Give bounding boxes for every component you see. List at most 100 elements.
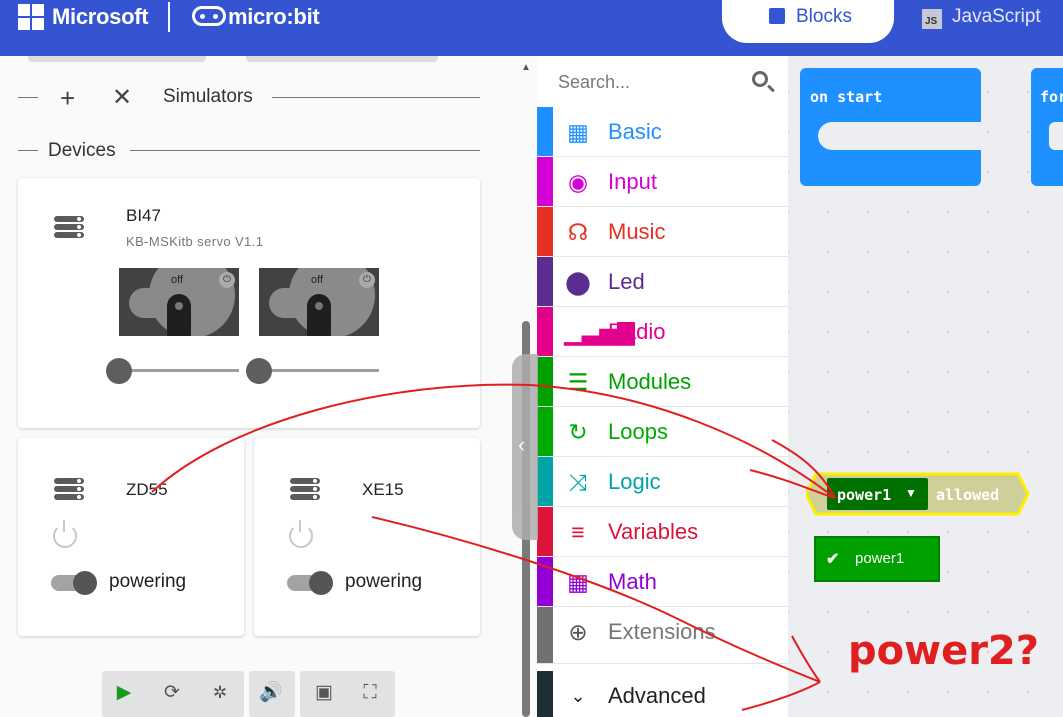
block-slot: [1049, 122, 1063, 150]
restart-icon[interactable]: ⟳: [150, 671, 194, 715]
power-icon[interactable]: ⏻: [219, 272, 235, 288]
forever-label: for: [1040, 88, 1063, 106]
device-name: ZD55: [126, 480, 168, 499]
device-card-zd55: ZD55 powering: [18, 438, 244, 636]
plus-circle-icon: ⊕: [568, 619, 588, 645]
allowed-label: allowed: [936, 486, 1000, 504]
category-label: Loops: [608, 419, 668, 444]
shuffle-icon: ⤨: [568, 469, 588, 495]
brand-microsoft[interactable]: Microsoft: [52, 4, 149, 30]
toggle-icon: ⬤: [565, 269, 591, 295]
tab-blocks-label: Blocks: [796, 6, 852, 27]
divider: [130, 150, 480, 151]
divider: [272, 97, 480, 98]
screenshot-icon[interactable]: ▣: [302, 671, 346, 715]
power1-dropdown-label: power1: [837, 486, 892, 504]
close-icon[interactable]: ✕: [112, 86, 132, 110]
power-icon[interactable]: [53, 520, 77, 548]
panel-tab-stub: [28, 56, 206, 62]
collapse-simulator-handle[interactable]: ‹: [512, 354, 538, 540]
target-icon: ◉: [567, 169, 589, 195]
add-icon[interactable]: +: [60, 85, 75, 111]
servo-horn: [167, 294, 191, 336]
category-label: Logic: [608, 469, 661, 494]
sim-controls-main: ▶ ⟳ ✲: [102, 671, 244, 717]
category-label: Led: [608, 269, 645, 294]
category-modules[interactable]: ☰ Modules: [537, 357, 788, 407]
tab-blocks[interactable]: Blocks: [719, 0, 897, 46]
servo-slider-thumb[interactable]: [246, 358, 272, 384]
servo-widget[interactable]: off ⏻: [119, 268, 239, 336]
fullscreen-icon[interactable]: ⛶: [348, 671, 392, 715]
microbit-logo-icon: [192, 6, 226, 26]
power-toggle-thumb[interactable]: [309, 571, 333, 595]
signal-icon: ▁▃▅▇: [564, 319, 635, 345]
category-loops[interactable]: ↻ Loops: [537, 407, 788, 457]
device-name: BI47: [126, 206, 161, 225]
check-icon: ✔: [826, 551, 840, 568]
block-slot: [818, 122, 981, 150]
device-card-xe15: XE15 powering: [254, 438, 480, 636]
panel-tab-stub: [246, 56, 438, 62]
category-logic[interactable]: ⤨ Logic: [537, 457, 788, 507]
category-label: Input: [608, 169, 657, 194]
category-variables[interactable]: ≡ Variables: [537, 507, 788, 557]
servo-slider-track: [259, 369, 379, 372]
debug-icon[interactable]: ✲: [198, 671, 242, 715]
calculator-icon: ▦: [567, 569, 589, 595]
category-input[interactable]: ◉ Input: [537, 157, 788, 207]
category-label: Advanced: [608, 683, 706, 708]
divider: [18, 150, 38, 151]
category-math[interactable]: ▦ Math: [537, 557, 788, 607]
top-header: Microsoft micro:bit Blocks JS JavaScript: [0, 0, 1063, 56]
scroll-up-icon[interactable]: ▲: [521, 62, 531, 73]
servo-state-label: off: [171, 274, 184, 286]
device-subtitle: KB-MSKitb servo V1.1: [126, 234, 264, 249]
servo-state-label: off: [311, 274, 324, 286]
devices-label: Devices: [48, 140, 116, 161]
device-name: XE15: [362, 480, 404, 499]
category-label: Music: [608, 219, 666, 244]
power-icon[interactable]: [289, 520, 313, 548]
sim-controls-sound: 🔊: [249, 671, 295, 717]
servo-widget[interactable]: off ⏻: [259, 268, 379, 336]
chevron-down-icon: ⌄: [570, 686, 586, 706]
power-toggle-thumb[interactable]: [73, 571, 97, 595]
tab-javascript-label: JavaScript: [952, 6, 1041, 27]
search-icon[interactable]: [752, 71, 768, 87]
power1-block-label: power1: [855, 550, 905, 567]
grid-icon: ▦: [567, 119, 589, 145]
device-icon: [290, 478, 320, 502]
simulators-label: Simulators: [163, 86, 253, 107]
sim-controls-view: ▣ ⛶: [300, 671, 395, 717]
search-input[interactable]: Search...: [558, 72, 630, 93]
category-label: Variables: [608, 519, 699, 544]
power-toggle-label: powering: [345, 571, 423, 592]
play-icon[interactable]: ▶: [102, 671, 146, 715]
category-radio[interactable]: ▁▃▅▇ Radio: [537, 307, 788, 357]
microsoft-logo-icon: [18, 4, 46, 30]
power-icon[interactable]: ⏻: [359, 272, 375, 288]
category-music[interactable]: ☊ Music: [537, 207, 788, 257]
brand-microbit[interactable]: micro:bit: [228, 4, 320, 30]
on-start-label: on start: [810, 88, 883, 106]
category-extensions[interactable]: ⊕ Extensions: [537, 607, 788, 664]
power-toggle-label: powering: [109, 571, 187, 592]
js-icon: JS: [922, 9, 942, 29]
annotation-text: power2?: [848, 628, 1039, 674]
device-icon: [54, 216, 84, 240]
dropdown-arrow-icon[interactable]: ▼: [905, 486, 917, 500]
volume-icon[interactable]: 🔊: [249, 671, 293, 715]
servo-slider-thumb[interactable]: [106, 358, 132, 384]
device-icon: [54, 478, 84, 502]
loop-icon: ↻: [568, 419, 588, 445]
category-led[interactable]: ⬤ Led: [537, 257, 788, 307]
category-label: Math: [608, 569, 657, 594]
category-advanced[interactable]: ⌄ Advanced: [537, 671, 788, 717]
category-label: Modules: [608, 369, 692, 394]
category-label: Basic: [608, 119, 662, 144]
chevron-left-icon: ‹: [518, 432, 526, 457]
servo-horn: [307, 294, 331, 336]
category-basic[interactable]: ▦ Basic: [537, 107, 788, 157]
category-label: Extensions: [608, 619, 716, 644]
